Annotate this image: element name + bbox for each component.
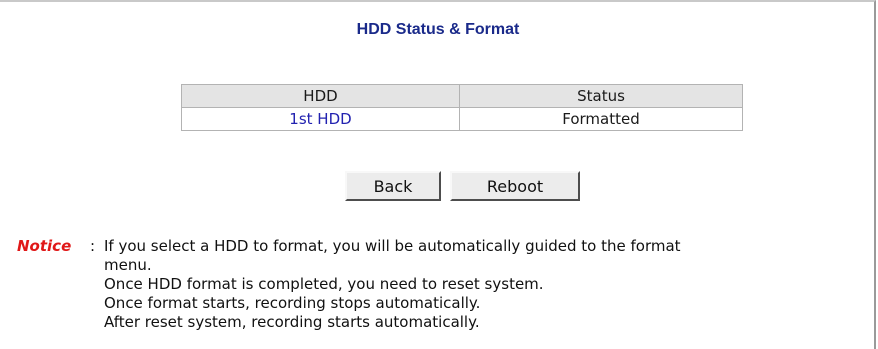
hdd-status-table: HDD Status 1st HDD Formatted	[181, 84, 743, 131]
table-header-row: HDD Status	[181, 84, 743, 108]
page-title: HDD Status & Format	[356, 21, 520, 38]
hdd-link-1st[interactable]: 1st HDD	[181, 107, 460, 131]
column-header-status: Status	[459, 84, 743, 108]
back-button[interactable]: Back	[345, 171, 441, 201]
notice-line: menu.	[104, 256, 152, 274]
notice-line: After reset system, recording starts aut…	[104, 313, 480, 331]
notice-label: Notice	[17, 237, 72, 255]
notice-separator: :	[90, 237, 96, 255]
column-header-hdd: HDD	[181, 84, 460, 108]
hdd-status-value: Formatted	[459, 107, 743, 131]
reboot-button[interactable]: Reboot	[450, 171, 580, 201]
notice-line: If you select a HDD to format, you will …	[104, 237, 681, 255]
notice-line: Once format starts, recording stops auto…	[104, 294, 481, 312]
notice-line: Once HDD format is completed, you need t…	[104, 275, 544, 293]
notice-text: If you select a HDD to format, you will …	[104, 237, 874, 332]
table-row: 1st HDD Formatted	[181, 107, 743, 131]
